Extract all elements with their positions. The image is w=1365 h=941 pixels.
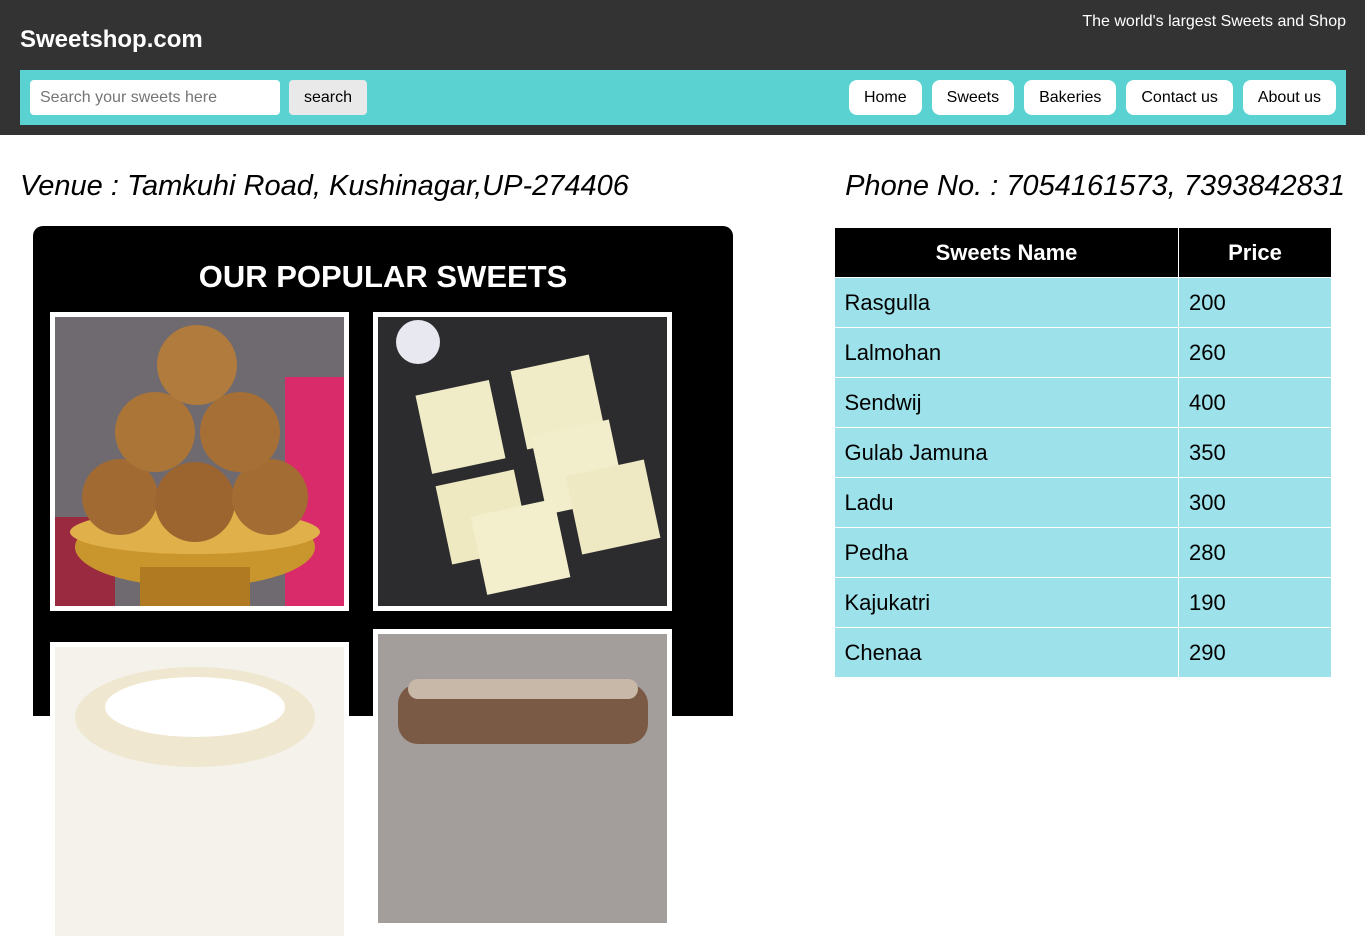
column-header-price: Price xyxy=(1178,227,1332,278)
table-row: Gulab Jamuna 350 xyxy=(834,427,1332,478)
sweet-name-cell: Sendwij xyxy=(834,377,1179,428)
sweet-name-cell: Chenaa xyxy=(834,627,1179,678)
sweet-price-cell: 350 xyxy=(1178,427,1332,478)
sweet-price-cell: 260 xyxy=(1178,327,1332,378)
table-row: Rasgulla 200 xyxy=(834,277,1332,328)
nav-contact-link[interactable]: Contact us xyxy=(1126,80,1233,115)
site-header: Sweetshop.com The world's largest Sweets… xyxy=(0,0,1365,135)
nav-links: Home Sweets Bakeries Contact us About us xyxy=(848,80,1336,115)
sweet-name-cell: Pedha xyxy=(834,527,1179,578)
sweet-name-cell: Gulab Jamuna xyxy=(834,427,1179,478)
sweet-price-cell: 190 xyxy=(1178,577,1332,628)
search-input[interactable] xyxy=(30,80,280,115)
barfi-photo xyxy=(373,312,672,611)
rasmalai-photo xyxy=(50,642,349,941)
table-row: Pedha 280 xyxy=(834,527,1332,578)
nav-home-link[interactable]: Home xyxy=(848,80,922,115)
site-title[interactable]: Sweetshop.com xyxy=(20,26,203,54)
table-row: Kajukatri 190 xyxy=(834,577,1332,628)
sweets-price-table: Sweets Name Price Rasgulla 200 Lalmohan … xyxy=(834,227,1332,678)
table-row: Sendwij 400 xyxy=(834,377,1332,428)
table-row: Ladu 300 xyxy=(834,477,1332,528)
nav-about-link[interactable]: About us xyxy=(1242,80,1336,115)
popular-sweets-gallery: OUR POPULAR SWEETS xyxy=(33,226,733,941)
search-button[interactable]: search xyxy=(289,80,367,115)
phone-text: Phone No. : 7054161573, 7393842831 xyxy=(845,170,1345,202)
nav-sweets-link[interactable]: Sweets xyxy=(931,80,1015,115)
nav-bakeries-link[interactable]: Bakeries xyxy=(1024,80,1117,115)
navbar: search Home Sweets Bakeries Contact us A… xyxy=(20,70,1346,125)
site-tagline: The world's largest Sweets and Shop xyxy=(1082,13,1346,30)
sweet-name-cell: Kajukatri xyxy=(834,577,1179,628)
sweet-price-cell: 200 xyxy=(1178,277,1332,328)
sweet-name-cell: Rasgulla xyxy=(834,277,1179,328)
table-row: Lalmohan 260 xyxy=(834,327,1332,378)
table-header-row: Sweets Name Price xyxy=(834,227,1332,278)
kaju-roll-photo xyxy=(373,629,672,928)
sweet-price-cell: 400 xyxy=(1178,377,1332,428)
column-header-name: Sweets Name xyxy=(834,227,1179,278)
table-row: Chenaa 290 xyxy=(834,627,1332,678)
gallery-title: OUR POPULAR SWEETS xyxy=(198,259,568,294)
sweet-price-cell: 280 xyxy=(1178,527,1332,578)
ladoo-photo xyxy=(50,312,349,611)
sweet-name-cell: Ladu xyxy=(834,477,1179,528)
sweet-price-cell: 290 xyxy=(1178,627,1332,678)
sweet-name-cell: Lalmohan xyxy=(834,327,1179,378)
sweet-price-cell: 300 xyxy=(1178,477,1332,528)
venue-text: Venue : Tamkuhi Road, Kushinagar,UP-2744… xyxy=(20,170,629,202)
